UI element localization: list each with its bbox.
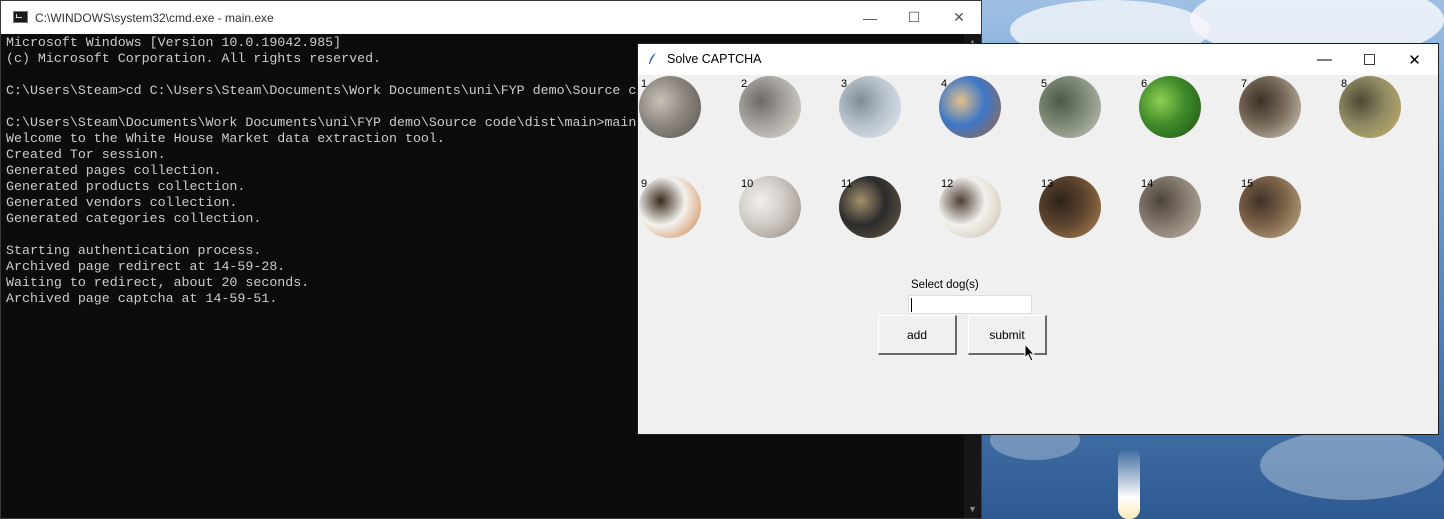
captcha-tile[interactable]: 5: [1039, 76, 1101, 138]
tile-number: 14: [1141, 178, 1154, 190]
tile-number: 5: [1041, 78, 1048, 90]
captcha-tile[interactable]: 9: [639, 176, 701, 238]
tile-number: 2: [741, 78, 748, 90]
mouse-pointer-icon: [1024, 343, 1036, 362]
minimize-button[interactable]: —: [847, 1, 893, 34]
text-caret: [911, 298, 912, 312]
captcha-image-frog[interactable]: [1139, 76, 1201, 138]
captcha-image-horse[interactable]: [1239, 76, 1301, 138]
captcha-image-winter-trees[interactable]: [839, 76, 901, 138]
close-button[interactable]: ✕: [936, 1, 982, 34]
tile-number: 1: [641, 78, 648, 90]
captcha-image-street[interactable]: [1039, 76, 1101, 138]
captcha-window-title: Solve CAPTCHA: [667, 52, 762, 66]
captcha-image-dog[interactable]: [639, 176, 701, 238]
rocket-icon: [1118, 448, 1140, 519]
captcha-image-cat[interactable]: [639, 76, 701, 138]
captcha-tile[interactable]: 12: [939, 176, 1001, 238]
cmd-titlebar[interactable]: C:\WINDOWS\system32\cmd.exe - main.exe —…: [1, 1, 981, 34]
tile-number: 3: [841, 78, 848, 90]
captcha-tile[interactable]: 11: [839, 176, 901, 238]
minimize-button[interactable]: —: [1302, 44, 1347, 75]
tile-number: 4: [941, 78, 948, 90]
tile-number: 10: [741, 178, 754, 190]
console-icon: [13, 11, 28, 23]
captcha-tile[interactable]: 7: [1239, 76, 1301, 138]
close-button[interactable]: ✕: [1392, 44, 1437, 75]
feather-icon: [649, 53, 656, 64]
select-prompt-label: Select dog(s): [911, 279, 979, 291]
captcha-tile[interactable]: 4: [939, 76, 1001, 138]
captcha-tile[interactable]: 14: [1139, 176, 1201, 238]
tile-number: 15: [1241, 178, 1254, 190]
captcha-tile[interactable]: 2: [739, 76, 801, 138]
selection-input[interactable]: [908, 295, 1032, 314]
tile-number: 13: [1041, 178, 1054, 190]
tile-number: 6: [1141, 78, 1148, 90]
captcha-image-bus[interactable]: [1339, 76, 1401, 138]
tile-number: 7: [1241, 78, 1248, 90]
tile-number: 12: [941, 178, 954, 190]
captcha-tile[interactable]: 1: [639, 76, 701, 138]
maximize-button[interactable]: ☐: [891, 1, 937, 34]
tile-number: 11: [841, 178, 853, 190]
captcha-tile[interactable]: 13: [1039, 176, 1101, 238]
captcha-image-building[interactable]: [739, 76, 801, 138]
maximize-button[interactable]: ☐: [1347, 44, 1392, 75]
tile-number: 9: [641, 178, 648, 190]
captcha-titlebar[interactable]: Solve CAPTCHA — ☐ ✕: [638, 44, 1438, 75]
tile-number: 8: [1341, 78, 1348, 90]
captcha-window[interactable]: Solve CAPTCHA — ☐ ✕ 1 2 3 4 5 6 7 8 9 10 11 12 13 14 1…: [637, 43, 1439, 435]
captcha-tile[interactable]: 10: [739, 176, 801, 238]
captcha-tile[interactable]: 8: [1339, 76, 1401, 138]
scroll-down-icon[interactable]: ▼: [964, 501, 981, 518]
captcha-tile[interactable]: 3: [839, 76, 901, 138]
captcha-image-dog[interactable]: [939, 76, 1001, 138]
add-button[interactable]: add: [878, 315, 957, 355]
cmd-window-title: C:\WINDOWS\system32\cmd.exe - main.exe: [35, 11, 274, 25]
captcha-tile[interactable]: 15: [1239, 176, 1301, 238]
captcha-tile[interactable]: 6: [1139, 76, 1201, 138]
